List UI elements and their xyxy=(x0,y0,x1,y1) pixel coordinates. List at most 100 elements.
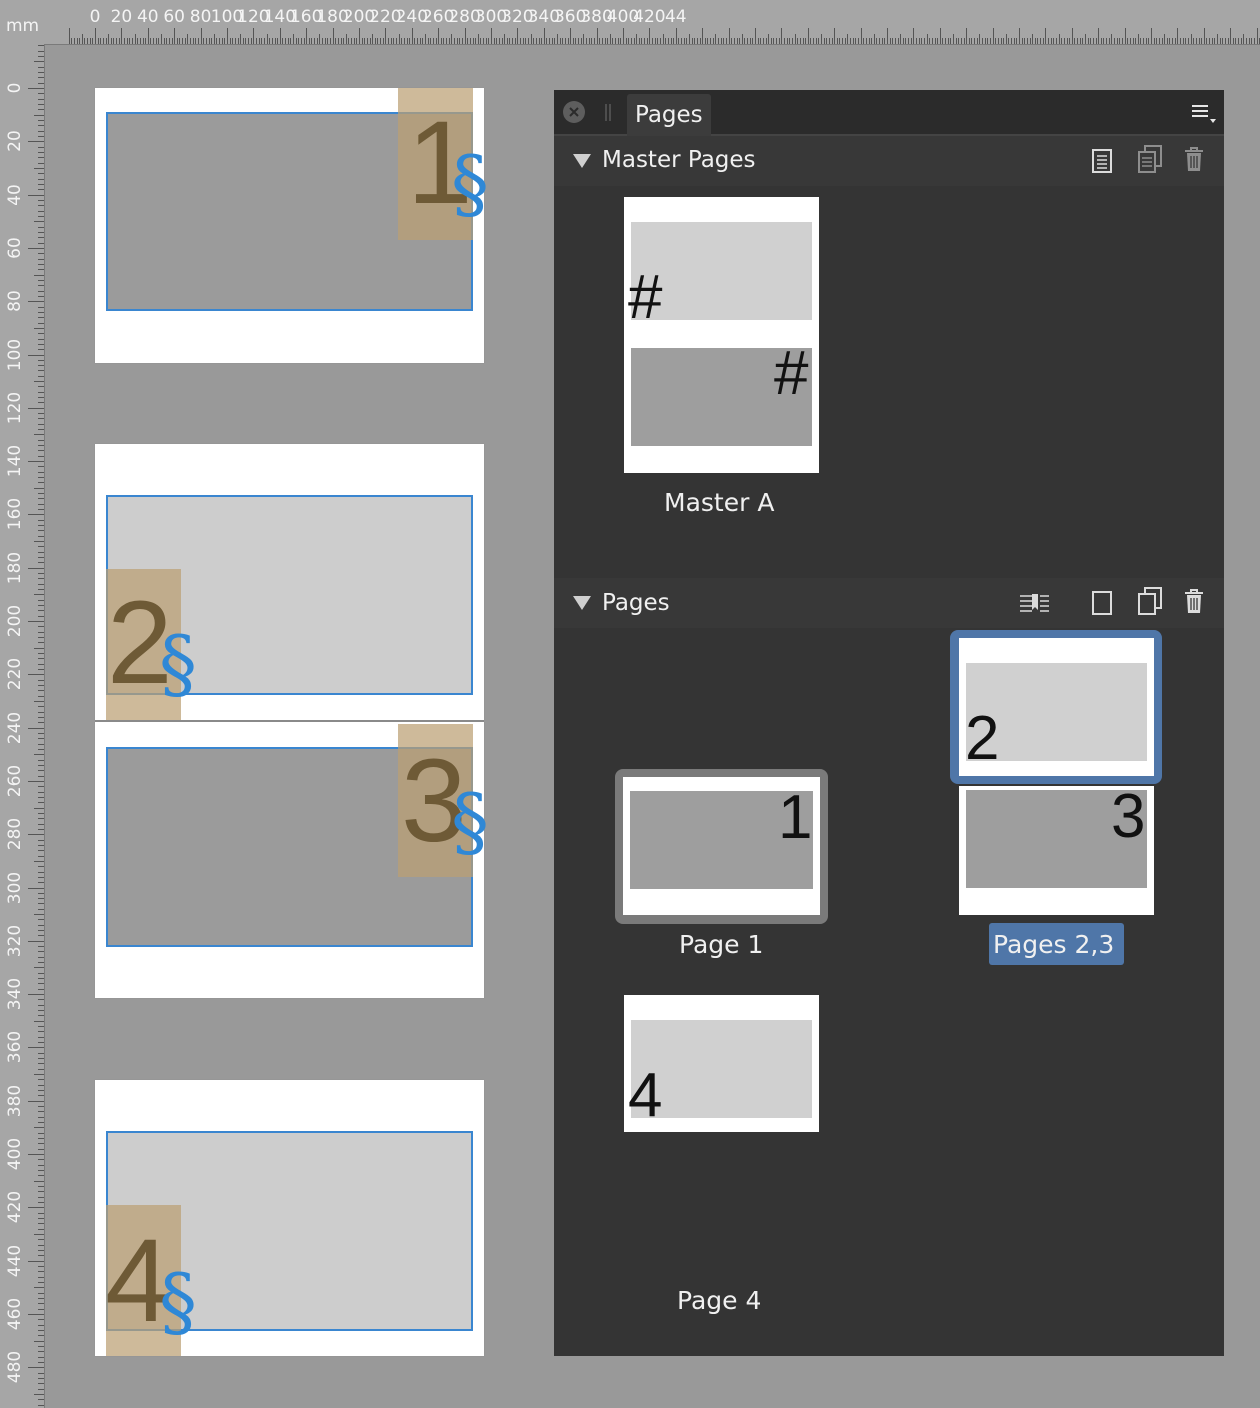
ruler-tick xyxy=(38,82,44,84)
ruler-tick xyxy=(314,38,316,44)
collapse-triangle-icon[interactable] xyxy=(572,595,592,611)
ruler-tick xyxy=(757,38,759,44)
ruler-tick xyxy=(575,38,577,44)
ruler-tick xyxy=(839,38,841,44)
ruler-tick xyxy=(1190,34,1192,44)
ruler-tick xyxy=(28,887,44,889)
ruler-tick xyxy=(319,34,321,44)
ruler-tick xyxy=(38,738,44,740)
ruler-tick xyxy=(467,38,469,44)
pages-section-header[interactable]: Pages xyxy=(554,578,1224,628)
page-3-thumbnail[interactable]: 3 xyxy=(959,786,1154,915)
section-title: Pages xyxy=(602,590,670,616)
ruler-tick xyxy=(765,38,767,44)
ruler-tick xyxy=(987,38,989,44)
ruler-tick xyxy=(475,38,477,44)
ruler-label: 160 xyxy=(5,498,25,531)
ruler-tick xyxy=(1100,38,1102,44)
ruler-tick xyxy=(902,38,904,44)
ruler-label: 360 xyxy=(5,1031,25,1064)
ruler-tick xyxy=(673,38,675,44)
ruler-tick xyxy=(417,38,419,44)
ruler-tick xyxy=(38,285,44,287)
ruler-tick xyxy=(38,1148,44,1150)
pages-2-3-label-highlight[interactable]: Pages 2,3 xyxy=(989,923,1124,965)
ruler-tick xyxy=(38,66,44,68)
duplicate-page-icon[interactable] xyxy=(1137,586,1163,616)
ruler-tick xyxy=(419,38,421,44)
canvas-page-1[interactable]: 1 § xyxy=(95,88,489,363)
ruler-tick xyxy=(261,38,263,44)
ruler-tick xyxy=(38,812,44,814)
page-4-thumbnail[interactable]: 4 xyxy=(624,995,819,1132)
ruler-tick xyxy=(686,38,688,44)
ruler-tick xyxy=(691,38,693,44)
ruler-tick xyxy=(628,38,630,44)
ruler-tick xyxy=(38,546,44,548)
drag-handle-icon[interactable] xyxy=(605,104,611,121)
ruler-tick xyxy=(593,38,595,44)
ruler-tick xyxy=(409,38,411,44)
ruler-tick xyxy=(366,38,368,44)
ruler-tick xyxy=(689,34,690,44)
ruler-tick xyxy=(211,38,213,44)
ruler-tick xyxy=(295,38,297,44)
page-order-icon[interactable] xyxy=(1018,592,1050,614)
canvas-page-4[interactable]: 4 § xyxy=(95,1080,484,1356)
ruler-tick xyxy=(38,77,44,79)
ruler-tick xyxy=(182,38,184,44)
master-a-thumbnail[interactable]: # # xyxy=(624,197,819,473)
ruler-unit: mm xyxy=(6,16,40,36)
page-1-label[interactable]: Page 1 xyxy=(679,930,763,959)
duplicate-master-icon[interactable] xyxy=(1137,144,1163,174)
ruler-tick xyxy=(884,38,886,44)
master-a-label[interactable]: Master A xyxy=(664,488,774,517)
ruler-tick xyxy=(554,38,556,44)
pages-panel[interactable]: Pages Master Pages # # Master A Pages 1 … xyxy=(554,90,1224,1356)
ruler-label: 100 xyxy=(5,338,25,371)
ruler-tick xyxy=(1256,28,1258,44)
page-1-thumbnail[interactable]: 1 xyxy=(623,777,820,915)
tab-pages[interactable]: Pages xyxy=(627,94,711,136)
master-page-options-icon[interactable] xyxy=(1091,148,1113,174)
ruler-tick xyxy=(578,38,580,44)
add-page-icon[interactable] xyxy=(1091,590,1113,616)
ruler-tick xyxy=(38,839,44,841)
canvas-page-3[interactable]: 3 § xyxy=(95,722,489,998)
ruler-tick xyxy=(38,871,44,873)
ruler-tick xyxy=(38,1329,44,1331)
ruler-tick xyxy=(559,38,561,44)
ruler-tick xyxy=(583,34,585,44)
ruler-tick xyxy=(38,56,44,58)
page-2-thumbnail[interactable]: 2 xyxy=(959,638,1154,776)
vertical-ruler[interactable]: 0 20 40 60 80 100 120 140 160 180 200 220 240 260 280 3… xyxy=(0,44,45,1408)
ruler-label: 60 xyxy=(163,7,186,27)
close-panel-icon[interactable] xyxy=(563,101,585,123)
ruler-tick xyxy=(1114,38,1116,44)
panel-menu-icon[interactable] xyxy=(1190,103,1218,125)
ruler-tick xyxy=(38,423,44,425)
ruler-tick xyxy=(984,38,986,44)
horizontal-ruler[interactable]: mm 0 20 40 60 80 100 120 140 160 180 200 220 240 260 2… xyxy=(0,0,1260,45)
canvas-page-2[interactable]: 2 § xyxy=(95,444,484,720)
ruler-tick xyxy=(38,1276,44,1278)
page-4-label[interactable]: Page 4 xyxy=(677,1286,761,1315)
ruler-label: 140 xyxy=(5,444,25,478)
ruler-tick xyxy=(789,38,791,44)
delete-master-icon[interactable] xyxy=(1184,146,1204,172)
ruler-tick xyxy=(731,38,733,44)
ruler-tick xyxy=(744,38,746,44)
collapse-triangle-icon[interactable] xyxy=(572,153,592,169)
delete-page-icon[interactable] xyxy=(1184,588,1204,614)
ruler-tick xyxy=(38,711,44,713)
ruler-tick xyxy=(372,34,374,44)
ruler-tick xyxy=(1082,38,1084,44)
ruler-tick xyxy=(38,759,44,761)
ruler-tick xyxy=(958,38,960,44)
ruler-tick xyxy=(1193,38,1195,44)
master-pages-header[interactable]: Master Pages xyxy=(554,136,1224,186)
ruler-tick xyxy=(865,38,867,44)
ruler-tick xyxy=(34,1127,44,1129)
ruler-tick xyxy=(380,38,382,44)
ruler-tick xyxy=(38,1122,44,1124)
